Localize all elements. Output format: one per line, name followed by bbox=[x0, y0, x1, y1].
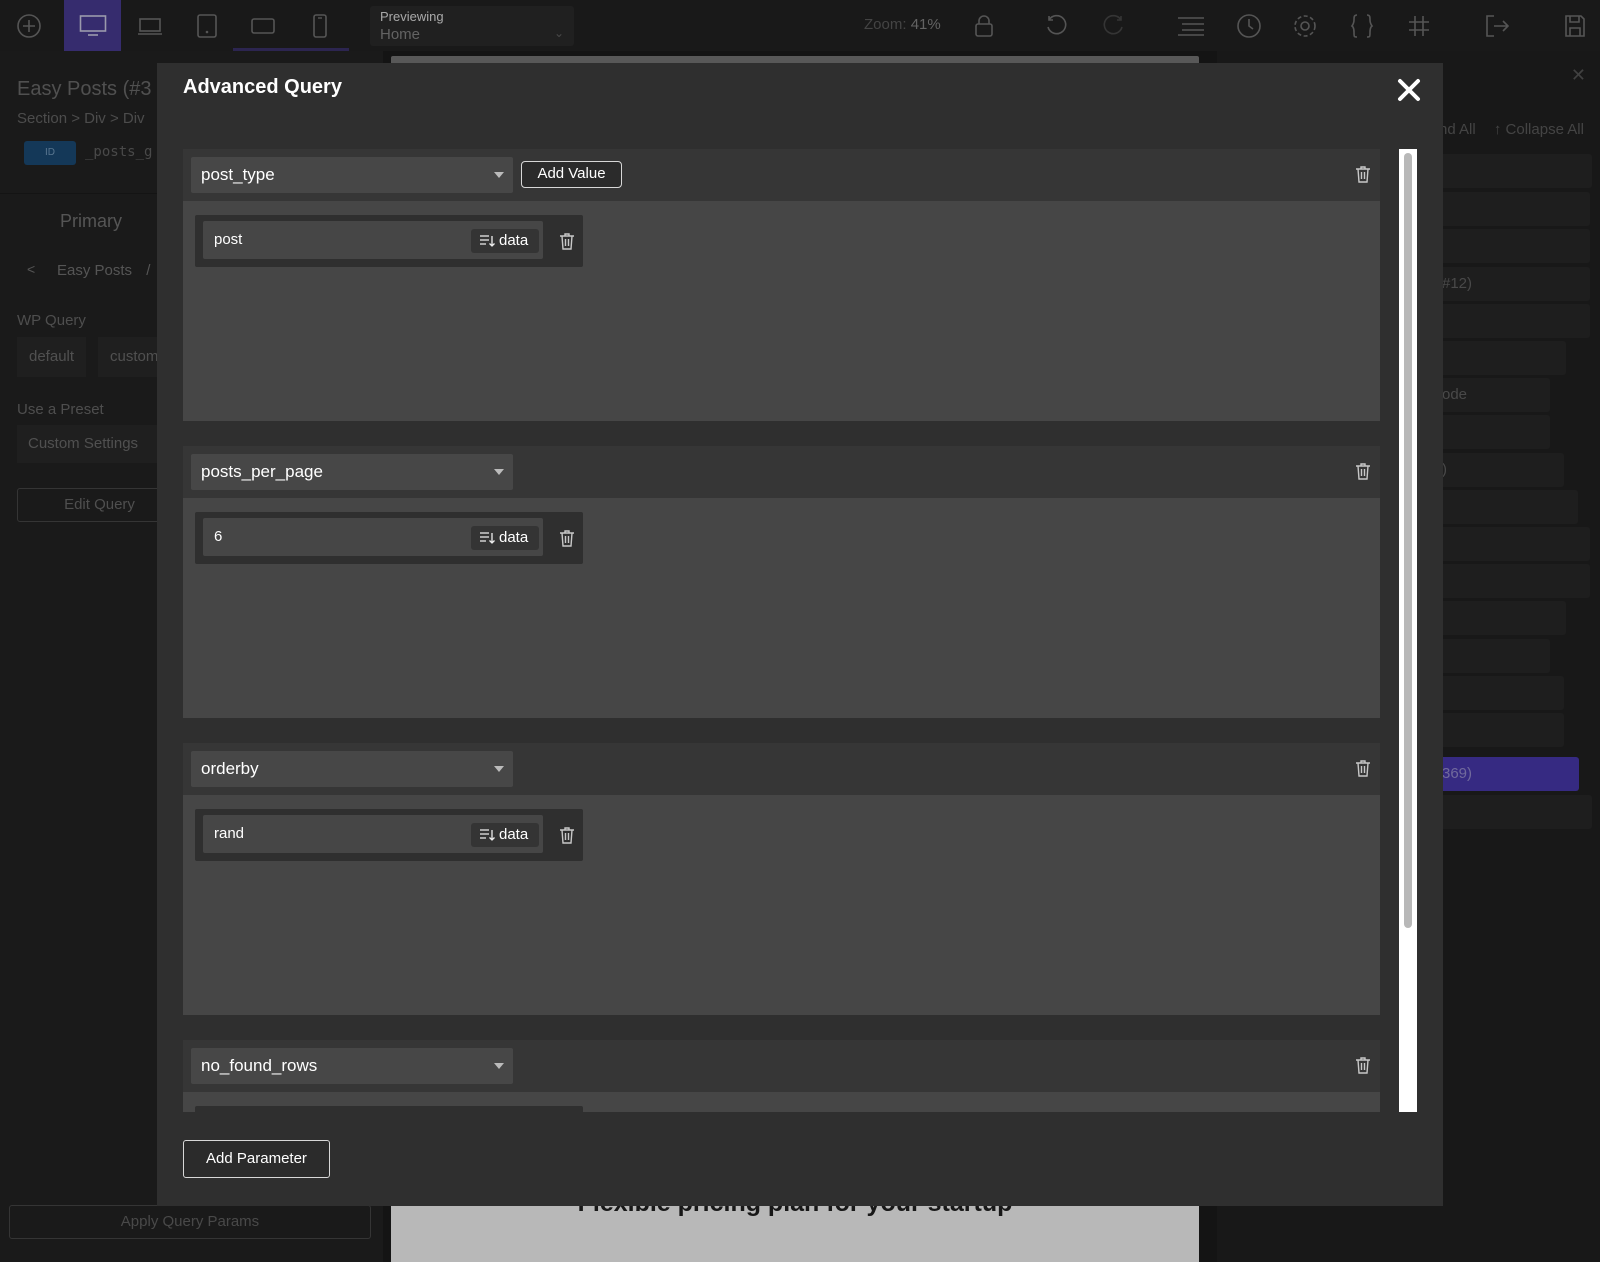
parameter-value-input[interactable]: post data bbox=[203, 221, 543, 259]
query-parameter: no_found_rows bbox=[183, 1040, 1380, 1112]
parameter-key: orderby bbox=[201, 759, 259, 778]
caret-down-icon bbox=[494, 766, 504, 772]
dynamic-data-button[interactable]: data bbox=[471, 526, 539, 550]
parameter-value-input[interactable]: rand data bbox=[203, 815, 543, 853]
caret-down-icon bbox=[494, 172, 504, 178]
caret-down-icon bbox=[494, 1063, 504, 1069]
query-parameter: posts_per_page 6 data bbox=[183, 446, 1380, 718]
scrollbar-thumb[interactable] bbox=[1404, 153, 1412, 928]
parameter-value: 6 bbox=[214, 528, 223, 545]
dynamic-data-label: data bbox=[499, 529, 529, 546]
caret-down-icon bbox=[494, 469, 504, 475]
parameter-value-row: post data bbox=[195, 215, 583, 267]
query-parameter: orderby rand data bbox=[183, 743, 1380, 1015]
parameter-value: rand bbox=[214, 825, 245, 842]
parameter-value: post bbox=[214, 231, 243, 248]
parameter-header: no_found_rows bbox=[183, 1040, 1380, 1092]
parameter-value-row bbox=[195, 1106, 583, 1112]
parameter-key-select[interactable]: post_type bbox=[191, 157, 513, 193]
dynamic-data-button[interactable]: data bbox=[471, 823, 539, 847]
modal-scrollbar[interactable] bbox=[1399, 149, 1417, 1112]
dynamic-data-label: data bbox=[499, 232, 529, 249]
dynamic-data-icon bbox=[480, 829, 495, 841]
parameter-value-input[interactable]: 6 data bbox=[203, 518, 543, 556]
add-value-button[interactable]: Add Value bbox=[521, 161, 622, 188]
add-parameter-button[interactable]: Add Parameter bbox=[183, 1140, 330, 1178]
parameter-key: no_found_rows bbox=[201, 1056, 318, 1075]
dynamic-data-button[interactable]: data bbox=[471, 229, 539, 253]
parameter-key-select[interactable]: orderby bbox=[191, 751, 513, 787]
trash-icon[interactable] bbox=[559, 826, 575, 844]
parameter-key-select[interactable]: no_found_rows bbox=[191, 1048, 513, 1084]
query-parameter: post_type Add Value post data bbox=[183, 149, 1380, 421]
trash-icon[interactable] bbox=[1355, 759, 1371, 777]
advanced-query-modal: Advanced Query post_type Add Value post … bbox=[157, 63, 1443, 1206]
trash-icon[interactable] bbox=[1355, 165, 1371, 183]
trash-icon[interactable] bbox=[1355, 1056, 1371, 1074]
parameter-key-select[interactable]: posts_per_page bbox=[191, 454, 513, 490]
trash-icon[interactable] bbox=[559, 232, 575, 250]
parameter-key: post_type bbox=[201, 165, 275, 184]
parameter-header: posts_per_page bbox=[183, 446, 1380, 498]
parameter-header: post_type Add Value bbox=[183, 149, 1380, 201]
parameter-value-row: 6 data bbox=[195, 512, 583, 564]
dynamic-data-label: data bbox=[499, 826, 529, 843]
dynamic-data-icon bbox=[480, 235, 495, 247]
modal-title: Advanced Query bbox=[183, 76, 342, 98]
trash-icon[interactable] bbox=[1355, 462, 1371, 480]
parameter-header: orderby bbox=[183, 743, 1380, 795]
dynamic-data-icon bbox=[480, 532, 495, 544]
trash-icon[interactable] bbox=[559, 529, 575, 547]
parameter-value-row: rand data bbox=[195, 809, 583, 861]
parameter-key: posts_per_page bbox=[201, 462, 323, 481]
parameter-list: post_type Add Value post data posts_per_… bbox=[183, 149, 1380, 1112]
close-icon[interactable] bbox=[1394, 75, 1424, 105]
